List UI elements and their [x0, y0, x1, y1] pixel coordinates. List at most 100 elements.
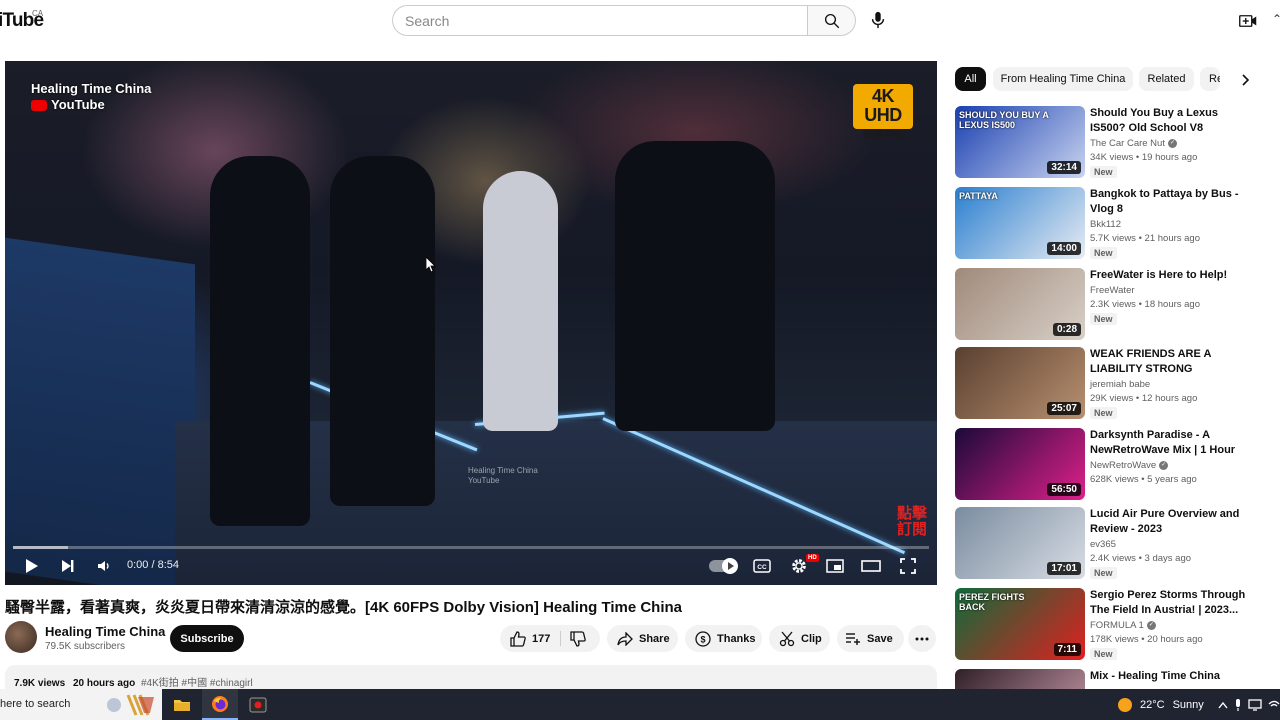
- taskbar-recorder[interactable]: [240, 689, 276, 720]
- recommended-video[interactable]: PATTAYA 14:00 Bangkok to Pattaya by Bus - …: [955, 187, 1255, 261]
- chip-all[interactable]: All: [955, 67, 986, 91]
- recommended-video[interactable]: PEREZ FIGHTS BACK 7:11 Sergio Perez Storms…: [955, 588, 1255, 662]
- taskbar-weather[interactable]: 22°C Sunny: [1118, 689, 1204, 720]
- youtube-logo-icon: [31, 100, 47, 112]
- subscribe-watermark[interactable]: 點擊訂閱: [897, 506, 927, 538]
- video-thumbnail[interactable]: 0:28: [955, 268, 1085, 340]
- thanks-icon: $: [695, 630, 711, 647]
- chip-from-channel[interactable]: From Healing Time China: [993, 67, 1133, 91]
- chips-next-button[interactable]: [1238, 72, 1254, 88]
- channel-watermark: Healing Time China YouTube: [31, 81, 152, 112]
- recommended-video[interactable]: 56:50 Darksynth Paradise - A NewRetroWave…: [955, 428, 1255, 502]
- country-code: CA: [32, 9, 44, 18]
- recommended-meta: 2.4K views • 3 days ago: [1090, 553, 1192, 564]
- chip-recently-uploaded[interactable]: Re: [1200, 67, 1220, 91]
- recommended-video-title[interactable]: WEAK FRIENDS ARE A LIABILITY STRONG FRIE…: [1090, 347, 1250, 377]
- voice-search-button[interactable]: [864, 6, 892, 34]
- new-badge: New: [1090, 313, 1117, 325]
- recommended-video-title[interactable]: FreeWater is Here to Help!: [1090, 268, 1250, 283]
- theater-mode-button[interactable]: [860, 551, 882, 581]
- display-icon[interactable]: [1248, 699, 1262, 711]
- thanks-button[interactable]: $ Thanks: [685, 625, 762, 652]
- notifications-icon[interactable]: ⌃: [1272, 12, 1280, 28]
- recommended-channel[interactable]: ev365: [1090, 539, 1116, 550]
- like-divider: [560, 631, 561, 646]
- create-video-icon: [1239, 15, 1257, 27]
- video-thumbnail[interactable]: 17:01: [955, 507, 1085, 579]
- fullscreen-icon: [900, 558, 916, 574]
- clip-button[interactable]: Clip: [769, 625, 830, 652]
- video-thumbnail[interactable]: 25:07: [955, 347, 1085, 419]
- recommended-video[interactable]: 17:01 Lucid Air Pure Overview and Review …: [955, 507, 1255, 581]
- recommended-video-title[interactable]: Should You Buy a Lexus IS500? Old School…: [1090, 106, 1250, 136]
- video-duration: 32:14: [1047, 161, 1081, 174]
- search-button[interactable]: [807, 5, 856, 36]
- subscribe-button[interactable]: Subscribe: [170, 625, 244, 652]
- subtitles-button[interactable]: CC: [751, 551, 773, 581]
- mic-tray-icon[interactable]: [1234, 699, 1242, 711]
- recommended-video-title[interactable]: Lucid Air Pure Overview and Review - 202…: [1090, 507, 1250, 537]
- miniplayer-icon: [826, 559, 844, 573]
- recommended-channel[interactable]: jeremiah babe: [1090, 379, 1150, 390]
- scissors-icon: [779, 631, 795, 646]
- recommended-video[interactable]: 25:07 WEAK FRIENDS ARE A LIABILITY STRONG…: [955, 347, 1255, 421]
- quality-badge: 4K UHD 60FPS: [853, 84, 913, 142]
- recommended-channel[interactable]: Bkk112: [1090, 219, 1121, 230]
- recommended-video-title[interactable]: Sergio Perez Storms Through The Field In…: [1090, 588, 1250, 618]
- progress-bar[interactable]: [13, 546, 929, 549]
- recommended-meta: 178K views • 20 hours ago: [1090, 634, 1203, 645]
- video-thumbnail[interactable]: SHOULD YOU BUY A LEXUS IS500 32:14: [955, 106, 1085, 178]
- recommended-video-title[interactable]: Bangkok to Pattaya by Bus - Vlog 8: [1090, 187, 1250, 217]
- recommended-channel[interactable]: The Car Care Nut ✓: [1090, 138, 1177, 149]
- taskbar-file-explorer[interactable]: [164, 689, 200, 720]
- mute-button[interactable]: [93, 551, 115, 581]
- recommended-video[interactable]: 0:28 FreeWater is Here to Help! FreeWater 2…: [955, 268, 1255, 342]
- taskbar-search[interactable]: here to search: [0, 689, 162, 720]
- like-button[interactable]: [510, 630, 526, 647]
- video-player[interactable]: Healing Time China YouTube 4K UHD 60FPS …: [5, 61, 937, 585]
- channel-name-text: jeremiah babe: [1090, 379, 1151, 390]
- fullscreen-button[interactable]: [897, 551, 919, 581]
- subscriber-count: 79.5K subscribers: [45, 641, 126, 652]
- taskbar-firefox[interactable]: [202, 689, 238, 720]
- channel-avatar[interactable]: [5, 621, 37, 653]
- recommended-video[interactable]: SHOULD YOU BUY A LEXUS IS500 32:14 Should …: [955, 106, 1255, 180]
- video-duration: 14:00: [1047, 242, 1081, 255]
- thumbnail-text: SHOULD YOU BUY A LEXUS IS500: [959, 110, 1049, 130]
- weather-temp: 22°C: [1140, 698, 1165, 711]
- video-frame: [5, 61, 937, 585]
- chevron-up-icon[interactable]: [1218, 701, 1228, 709]
- search-box[interactable]: [392, 5, 808, 36]
- svg-text:$: $: [700, 634, 705, 644]
- dislike-button[interactable]: [570, 631, 586, 650]
- play-icon: [26, 559, 38, 573]
- video-thumbnail[interactable]: PATTAYA 14:00: [955, 187, 1085, 259]
- recommended-channel[interactable]: FORMULA 1 ✓: [1090, 620, 1156, 631]
- search-input[interactable]: [393, 6, 808, 35]
- video-duration: 7:11: [1053, 643, 1081, 656]
- save-label: Save: [867, 632, 893, 645]
- description-box[interactable]: 7.9K views 20 hours ago #4K街拍 #中國 #china…: [5, 665, 937, 691]
- recommended-meta: 2.3K views • 18 hours ago: [1090, 299, 1201, 310]
- recommended-channel[interactable]: FreeWater: [1090, 285, 1135, 296]
- thumbs-up-icon: [510, 630, 526, 647]
- video-thumbnail[interactable]: PEREZ FIGHTS BACK 7:11: [955, 588, 1085, 660]
- miniplayer-button[interactable]: [824, 551, 846, 581]
- hashtags[interactable]: #4K街拍 #中國 #chinagirl: [141, 678, 253, 689]
- channel-name[interactable]: Healing Time China: [45, 624, 165, 639]
- play-button[interactable]: [21, 551, 43, 581]
- recommended-meta: 628K views • 5 years ago: [1090, 474, 1197, 485]
- share-button[interactable]: Share: [607, 625, 678, 652]
- chip-related[interactable]: Related: [1139, 67, 1194, 91]
- next-button[interactable]: [57, 551, 79, 581]
- create-button[interactable]: [1236, 9, 1260, 33]
- recommended-video-title[interactable]: Mix - Healing Time China: [1090, 669, 1250, 684]
- more-actions-button[interactable]: [908, 625, 936, 652]
- video-thumbnail[interactable]: 56:50: [955, 428, 1085, 500]
- playlist-add-icon: [846, 632, 860, 645]
- autoplay-toggle[interactable]: [709, 558, 738, 574]
- network-icon[interactable]: [1268, 699, 1280, 711]
- recommended-channel[interactable]: NewRetroWave ✓: [1090, 460, 1169, 471]
- save-button[interactable]: Save: [837, 625, 904, 652]
- recommended-video-title[interactable]: Darksynth Paradise - A NewRetroWave Mix …: [1090, 428, 1250, 458]
